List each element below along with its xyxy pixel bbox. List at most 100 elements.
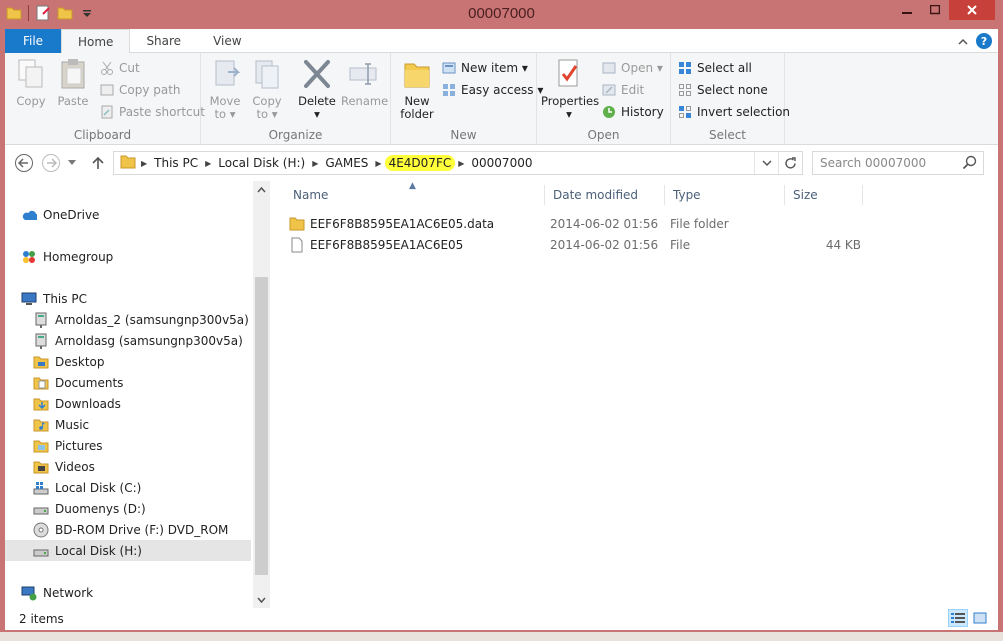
column-header-name[interactable]: Name [285,185,545,205]
breadcrumb-00007000[interactable]: 00007000 [465,156,538,170]
nav-item-this-pc[interactable]: This PC [21,288,87,309]
open-label-group: Open [587,128,620,142]
breadcrumb-local-disk-h[interactable]: Local Disk (H:) [212,156,311,170]
copy-path-button[interactable]: Copy path [99,80,181,100]
maximize-button[interactable] [921,0,949,20]
scissors-icon [99,60,115,76]
nav-item-onedrive[interactable]: OneDrive [21,204,99,225]
select-label: Select [708,128,747,142]
nav-item-arnoldas-2[interactable]: Arnoldas_2 (samsungnp300v5a) [33,309,249,330]
nav-item-duomenys-d[interactable]: Duomenys (D:) [33,498,146,519]
up-button[interactable] [89,152,107,174]
navpane-scrollbar[interactable] [253,181,270,608]
column-header-date-modified[interactable]: Date modified [545,185,665,205]
clipboard-group: Copy Paste Cut Copy path Paste shortcut … [5,53,205,145]
open-icon [601,60,617,76]
recent-locations-button[interactable] [65,152,79,174]
close-button[interactable] [949,0,995,20]
organize-label: Organize [268,128,323,142]
nav-item-music[interactable]: Music [33,414,89,435]
nav-item-pictures[interactable]: Pictures [33,435,103,456]
nav-item-bd-rom-f[interactable]: BD-ROM Drive (F:) DVD_ROM [33,519,228,540]
copy-button[interactable]: Copy [9,57,53,108]
new-label: New [450,128,477,142]
file-row[interactable]: EEF6F8B8595EA1AC6E05.data 2014-06-02 01:… [285,214,865,234]
large-icons-view-button[interactable] [970,609,990,627]
back-button[interactable] [13,152,35,174]
scrollbar-thumb[interactable] [255,277,268,575]
nav-item-homegroup[interactable]: Homegroup [21,246,113,267]
desktop-folder-icon [33,354,49,370]
column-header-size[interactable]: Size [785,185,863,205]
chevron-up-icon [257,186,266,192]
cloud-icon [21,207,37,223]
music-folder-icon [33,417,49,433]
move-to-label-2: to ▾ [214,107,236,121]
search-box[interactable]: Search 00007000 [812,151,984,175]
tab-home[interactable]: Home [61,29,131,54]
search-input[interactable]: Search 00007000 [820,156,926,170]
rename-button[interactable]: Rename [341,57,388,108]
copy-path-icon [99,82,115,98]
nav-item-documents[interactable]: Documents [33,372,123,393]
nav-item-network[interactable]: Network [21,582,93,603]
background-strip [0,632,1003,641]
homegroup-icon [21,249,37,265]
cut-button[interactable]: Cut [99,58,140,78]
nav-item-downloads[interactable]: Downloads [33,393,121,414]
breadcrumb-games[interactable]: GAMES [319,156,374,170]
forward-button[interactable] [40,152,62,174]
nav-item-videos[interactable]: Videos [33,456,95,477]
column-header-type[interactable]: Type [665,185,785,205]
details-view-button[interactable] [948,609,968,627]
tab-share[interactable]: Share [130,29,197,53]
chevron-up-icon[interactable] [958,35,968,48]
paste-button[interactable]: Paste [51,57,95,108]
select-all-button[interactable]: Select all [677,58,752,78]
navigation-bar: ▶ This PC ▶ Local Disk (H:) ▶ GAMES ▶ 4E… [5,145,998,181]
nav-item-desktop[interactable]: Desktop [33,351,105,372]
select-none-button[interactable]: Select none [677,80,768,100]
edit-button[interactable]: Edit [601,80,644,100]
select-all-label: Select all [697,61,752,75]
invert-selection-button[interactable]: Invert selection [677,102,790,122]
new-folder-label-2: folder [400,107,434,121]
history-button[interactable]: History [601,102,664,122]
nav-item-arnoldasg[interactable]: Arnoldasg (samsungnp300v5a) [33,330,243,351]
scroll-up-button[interactable] [253,181,270,198]
refresh-button[interactable] [778,152,802,174]
scroll-down-button[interactable] [253,591,270,608]
properties-button[interactable]: Properties ▾ [541,57,599,121]
breadcrumb-separator: ▶ [375,158,382,168]
tab-view[interactable]: View [197,29,257,53]
help-icon[interactable]: ? [976,33,992,49]
move-to-button[interactable]: Move to ▾ [203,57,247,121]
documents-folder-icon [33,375,49,391]
tab-file[interactable]: File [5,29,61,53]
copy-to-button[interactable]: Copy to ▾ [245,57,289,121]
easy-access-button[interactable]: Easy access ▾ [441,80,543,100]
pictures-folder-icon [33,438,49,454]
open-button[interactable]: Open ▾ [601,58,663,78]
search-icon[interactable] [962,155,978,174]
file-date: 2014-06-02 01:56 [550,238,659,252]
easy-access-icon [441,82,457,98]
nav-item-local-disk-h[interactable]: Local Disk (H:) [5,540,251,561]
breadcrumb-4e4d07fc[interactable]: 4E4D07FC [384,155,456,171]
file-row[interactable]: EEF6F8B8595EA1AC6E05 2014-06-02 01:56 Fi… [285,235,865,255]
downloads-folder-icon [33,396,49,412]
up-arrow-icon [92,156,104,169]
nav-item-label: Network [43,585,94,600]
delete-button[interactable]: Delete ▾ [295,57,339,121]
minimize-button[interactable] [893,0,921,20]
back-arrow-icon [15,154,33,172]
new-folder-button[interactable]: New folder [395,57,439,121]
paste-shortcut-button[interactable]: Paste shortcut [99,102,205,122]
refresh-icon [785,156,796,169]
clipboard-label: Clipboard [73,128,132,142]
new-item-button[interactable]: New item ▾ [441,58,528,78]
nav-item-local-disk-c[interactable]: Local Disk (C:) [33,477,141,498]
address-history-button[interactable] [754,152,778,174]
address-bar[interactable]: ▶ This PC ▶ Local Disk (H:) ▶ GAMES ▶ 4E… [113,151,803,175]
breadcrumb-this-pc[interactable]: This PC [148,156,204,170]
